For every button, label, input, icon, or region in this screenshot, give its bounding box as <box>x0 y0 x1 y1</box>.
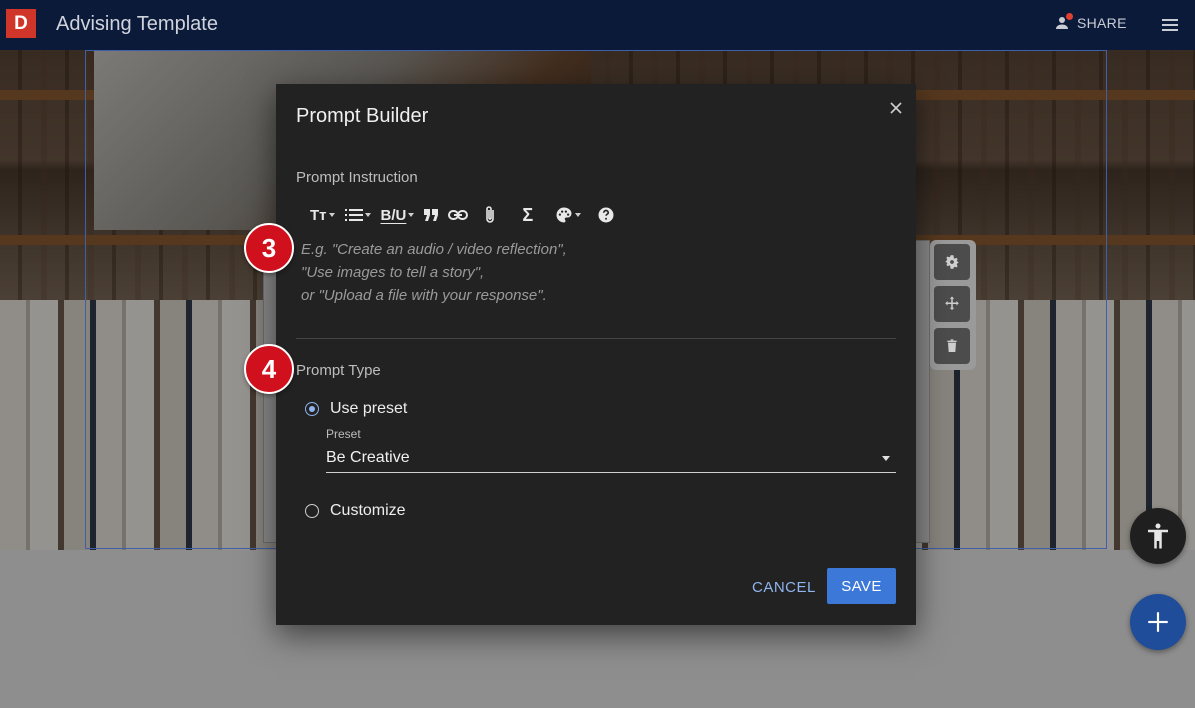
customize-option[interactable]: Customize <box>305 502 406 520</box>
caret-down-icon <box>364 213 371 217</box>
hamburger-menu-icon[interactable] <box>1160 15 1180 35</box>
delete-button[interactable] <box>934 328 970 364</box>
formula-button[interactable]: Σ <box>522 203 533 227</box>
cancel-button[interactable]: CANCEL <box>744 570 824 604</box>
customize-radio[interactable] <box>305 504 319 518</box>
share-label: SHARE <box>1077 15 1127 31</box>
preset-select[interactable]: Be Creative <box>326 446 896 473</box>
app-logo[interactable]: D <box>6 9 36 38</box>
accessibility-button[interactable] <box>1130 508 1186 564</box>
trash-icon <box>947 339 957 352</box>
divider <box>296 338 896 339</box>
notification-dot <box>1066 13 1073 20</box>
list-button[interactable] <box>344 203 371 227</box>
link-button[interactable] <box>448 203 469 227</box>
preset-field-label: Preset <box>326 427 361 441</box>
gear-icon <box>945 255 959 269</box>
move-button[interactable] <box>934 286 970 322</box>
dropdown-arrow-icon <box>882 456 890 461</box>
accessibility-icon <box>1148 523 1168 549</box>
placeholder-line: E.g. "Create an audio / video reflection… <box>301 241 567 258</box>
placeholder-line: "Use images to tell a story", <box>301 264 485 281</box>
use-preset-option[interactable]: Use preset <box>305 400 407 418</box>
quote-button[interactable] <box>424 203 439 227</box>
text-size-button[interactable]: Tт <box>310 203 335 227</box>
block-tools <box>930 240 976 370</box>
palette-icon <box>556 207 572 223</box>
save-button[interactable]: SAVE <box>827 568 896 604</box>
preset-select-value: Be Creative <box>326 449 410 466</box>
move-arrows-icon <box>945 296 959 310</box>
placeholder-line: or "Upload a file with your response". <box>301 287 547 304</box>
link-icon <box>448 210 469 220</box>
format-label: B/U <box>380 206 407 224</box>
close-icon[interactable] <box>888 100 904 116</box>
plus-icon <box>1148 612 1168 632</box>
quote-icon <box>424 209 439 221</box>
dialog-title: Prompt Builder <box>296 105 429 127</box>
attach-button[interactable] <box>484 203 496 227</box>
paperclip-icon <box>486 206 495 223</box>
sigma-icon: Σ <box>522 204 534 225</box>
color-button[interactable] <box>555 203 582 227</box>
prompt-instruction-editor[interactable]: E.g. "Create an audio / video reflection… <box>301 238 567 307</box>
list-icon <box>344 209 363 221</box>
page-title: Advising Template <box>56 13 218 35</box>
caret-down-icon <box>575 213 582 217</box>
help-icon <box>598 207 614 223</box>
step-badge-4: 4 <box>244 344 294 394</box>
use-preset-radio[interactable] <box>305 402 319 416</box>
add-button[interactable] <box>1130 594 1186 650</box>
step-badge-3: 3 <box>244 223 294 273</box>
format-button[interactable]: B/U <box>381 203 415 227</box>
caret-down-icon <box>328 213 335 217</box>
customize-label: Customize <box>330 502 406 519</box>
prompt-builder-dialog: Prompt Builder Prompt Instruction Tт B/U… <box>276 84 916 625</box>
rich-text-toolbar: Tт B/U Σ <box>310 202 625 228</box>
prompt-instruction-label: Prompt Instruction <box>296 169 418 186</box>
settings-button[interactable] <box>934 244 970 280</box>
text-size-label: Tт <box>310 206 327 224</box>
use-preset-label: Use preset <box>330 400 408 417</box>
prompt-type-label: Prompt Type <box>296 362 381 379</box>
help-button[interactable] <box>597 203 615 227</box>
app-bar: D Advising Template SHARE <box>0 0 1195 50</box>
share-button[interactable]: SHARE <box>1053 13 1127 32</box>
caret-down-icon <box>408 213 415 217</box>
